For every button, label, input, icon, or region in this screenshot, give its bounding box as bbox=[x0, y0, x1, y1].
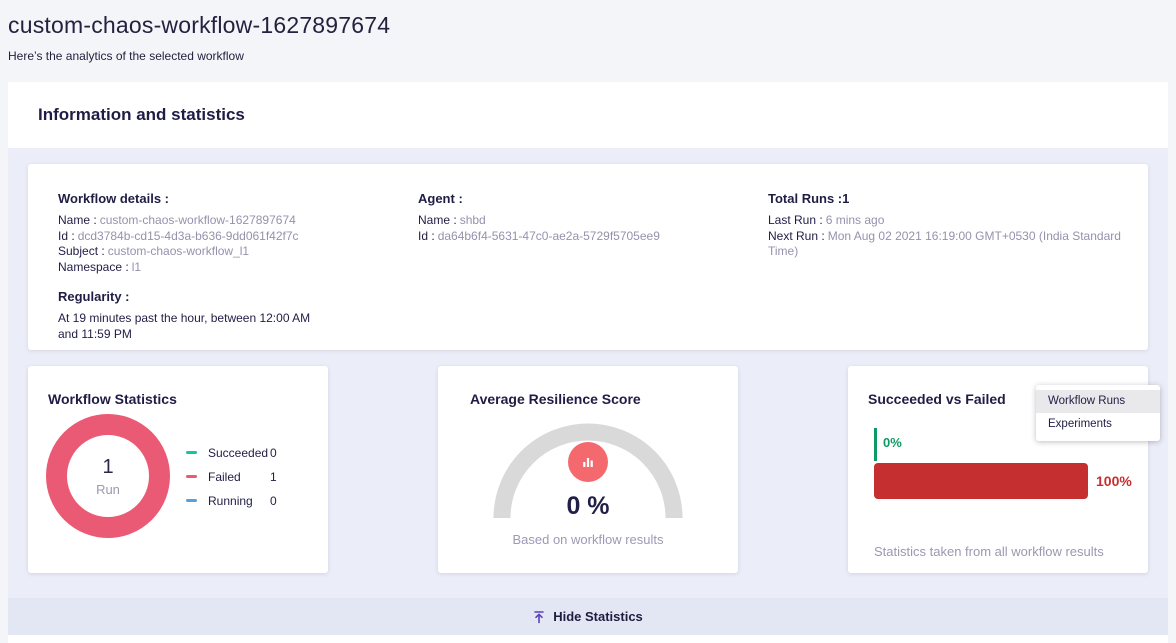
legend-row-succeeded: Succeeded 0 bbox=[186, 446, 277, 459]
donut-run-count: 1 bbox=[102, 456, 113, 479]
agent-name-row: Name :shbd bbox=[418, 213, 758, 229]
succeeded-dash-icon bbox=[186, 451, 197, 454]
page-title: custom-chaos-workflow-1627897674 bbox=[8, 12, 1168, 39]
succeeded-vs-failed-caption: Statistics taken from all workflow resul… bbox=[874, 544, 1104, 559]
running-dash-icon bbox=[186, 499, 197, 502]
menu-item-experiments[interactable]: Experiments bbox=[1036, 413, 1160, 436]
succeeded-bar bbox=[874, 428, 877, 461]
workflow-statistics-card: Workflow Statistics 1 Run Succeeded 0 Fa… bbox=[28, 366, 328, 573]
bar-chart-icon bbox=[568, 442, 608, 482]
regularity-heading: Regularity : bbox=[58, 289, 388, 304]
hide-statistics-label: Hide Statistics bbox=[553, 609, 643, 624]
legend-row-running: Running 0 bbox=[186, 494, 277, 507]
workflow-subject-row: Subject :custom-chaos-workflow_l1 bbox=[58, 244, 388, 260]
legend-row-failed: Failed 1 bbox=[186, 470, 277, 483]
workflow-namespace-row: Namespace :l1 bbox=[58, 260, 388, 276]
workflow-details-column: Workflow details : Name :custom-chaos-wo… bbox=[58, 191, 388, 342]
last-run-row: Last Run :6 mins ago bbox=[768, 213, 1153, 229]
agent-id-row: Id :da64b6f4-5631-47c0-ae2a-5729f5705ee9 bbox=[418, 229, 758, 245]
chart-source-dropdown-menu: Workflow Runs Experiments bbox=[1036, 385, 1160, 441]
donut-legend: Succeeded 0 Failed 1 Running 0 bbox=[186, 446, 277, 518]
failed-percentage: 100% bbox=[1096, 473, 1132, 489]
next-run-row: Next Run :Mon Aug 02 2021 16:19:00 GMT+0… bbox=[768, 229, 1153, 260]
information-section-header: Information and statistics bbox=[8, 82, 1168, 148]
workflow-statistics-title: Workflow Statistics bbox=[48, 391, 177, 407]
hide-statistics-button[interactable]: Hide Statistics bbox=[8, 598, 1168, 635]
page-subtitle: Here’s the analytics of the selected wor… bbox=[8, 49, 1168, 63]
menu-item-workflow-runs[interactable]: Workflow Runs bbox=[1036, 390, 1160, 413]
succeeded-percentage: 0% bbox=[883, 435, 902, 450]
total-runs-heading: Total Runs :1 bbox=[768, 191, 1153, 206]
donut-run-label: Run bbox=[96, 482, 120, 497]
runs-donut-chart: 1 Run bbox=[46, 414, 170, 538]
succeeded-vs-failed-title: Succeeded vs Failed bbox=[868, 391, 1006, 407]
regularity-text: At 19 minutes past the hour, between 12:… bbox=[58, 311, 316, 342]
runs-column: Total Runs :1 Last Run :6 mins ago Next … bbox=[768, 191, 1153, 260]
collapse-up-icon bbox=[533, 610, 545, 624]
resilience-score-value: 0 % bbox=[438, 492, 738, 521]
section-heading: Information and statistics bbox=[38, 105, 1168, 125]
statistics-panel: Workflow details : Name :custom-chaos-wo… bbox=[8, 148, 1168, 598]
failed-bar bbox=[874, 463, 1088, 499]
workflow-details-heading: Workflow details : bbox=[58, 191, 388, 206]
agent-heading: Agent : bbox=[418, 191, 758, 206]
failed-dash-icon bbox=[186, 475, 197, 478]
resilience-caption: Based on workflow results bbox=[438, 532, 738, 547]
resilience-title: Average Resilience Score bbox=[470, 391, 641, 407]
workflow-name-row: Name :custom-chaos-workflow-1627897674 bbox=[58, 213, 388, 229]
stat-cards-row: Workflow Statistics 1 Run Succeeded 0 Fa… bbox=[28, 366, 1148, 573]
agent-column: Agent : Name :shbd Id :da64b6f4-5631-47c… bbox=[418, 191, 758, 244]
bottom-strip bbox=[8, 635, 1168, 643]
workflow-details-card: Workflow details : Name :custom-chaos-wo… bbox=[28, 164, 1148, 350]
resilience-score-card: Average Resilience Score 0 % Based on wo… bbox=[438, 366, 738, 573]
succeeded-vs-failed-card: Succeeded vs Failed Workflow Runs Experi… bbox=[848, 366, 1148, 573]
page-header: custom-chaos-workflow-1627897674 Here’s … bbox=[0, 0, 1176, 82]
workflow-id-row: Id :dcd3784b-cd15-4d3a-b636-9dd061f42f7c bbox=[58, 229, 388, 245]
